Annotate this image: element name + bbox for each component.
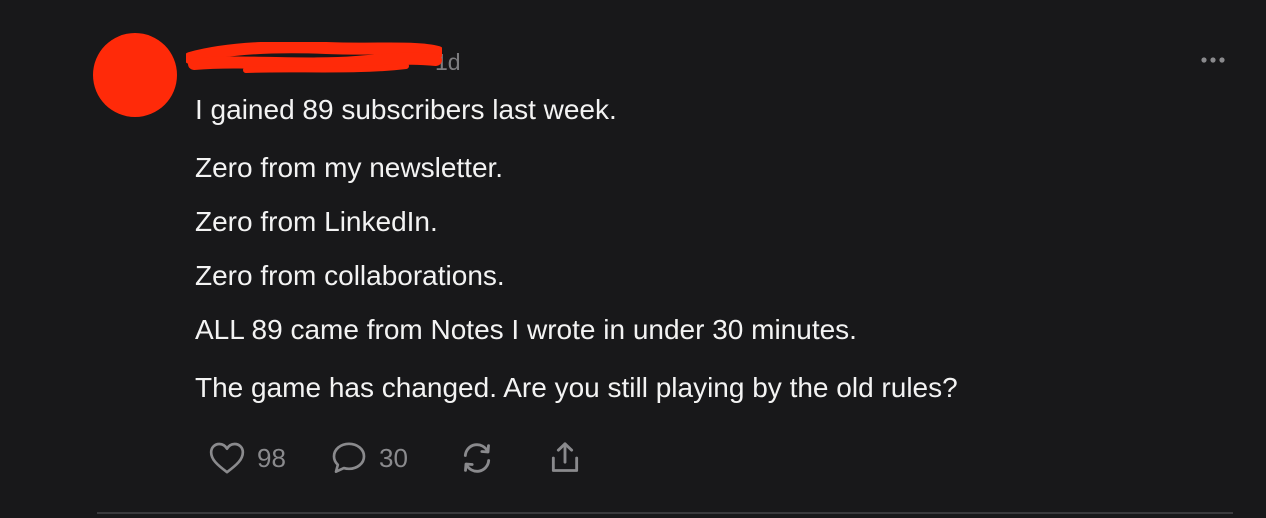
ellipsis-icon	[1201, 57, 1225, 63]
redaction-scribble	[186, 42, 442, 73]
note-post: 1d I gained 89 subscribers last week. Ze…	[0, 0, 1266, 518]
share-upload-icon	[551, 442, 579, 472]
post-paragraph: ALL 89 came from Notes I wrote in under …	[195, 314, 857, 345]
post-paragraph: Zero from collaborations.	[195, 260, 505, 291]
like-count: 98	[257, 442, 286, 473]
comment-button[interactable]: 30	[329, 438, 408, 478]
post-header: 1d	[186, 42, 486, 78]
post-paragraph: I gained 89 subscribers last week.	[195, 94, 617, 125]
comment-count: 30	[379, 442, 408, 473]
restack-arrows-icon	[463, 443, 491, 473]
post-paragraph: The game has changed. Are you still play…	[195, 372, 958, 403]
post-paragraph: Zero from LinkedIn.	[195, 206, 438, 237]
share-button[interactable]	[545, 438, 585, 478]
post-paragraph: Zero from my newsletter.	[195, 152, 504, 183]
speech-bubble-icon	[332, 442, 366, 473]
heart-icon	[209, 442, 245, 474]
post-divider	[97, 512, 1233, 514]
like-button[interactable]: 98	[207, 438, 286, 478]
restack-button[interactable]	[457, 438, 497, 478]
more-options-button[interactable]	[1196, 50, 1230, 70]
avatar[interactable]	[93, 33, 177, 117]
